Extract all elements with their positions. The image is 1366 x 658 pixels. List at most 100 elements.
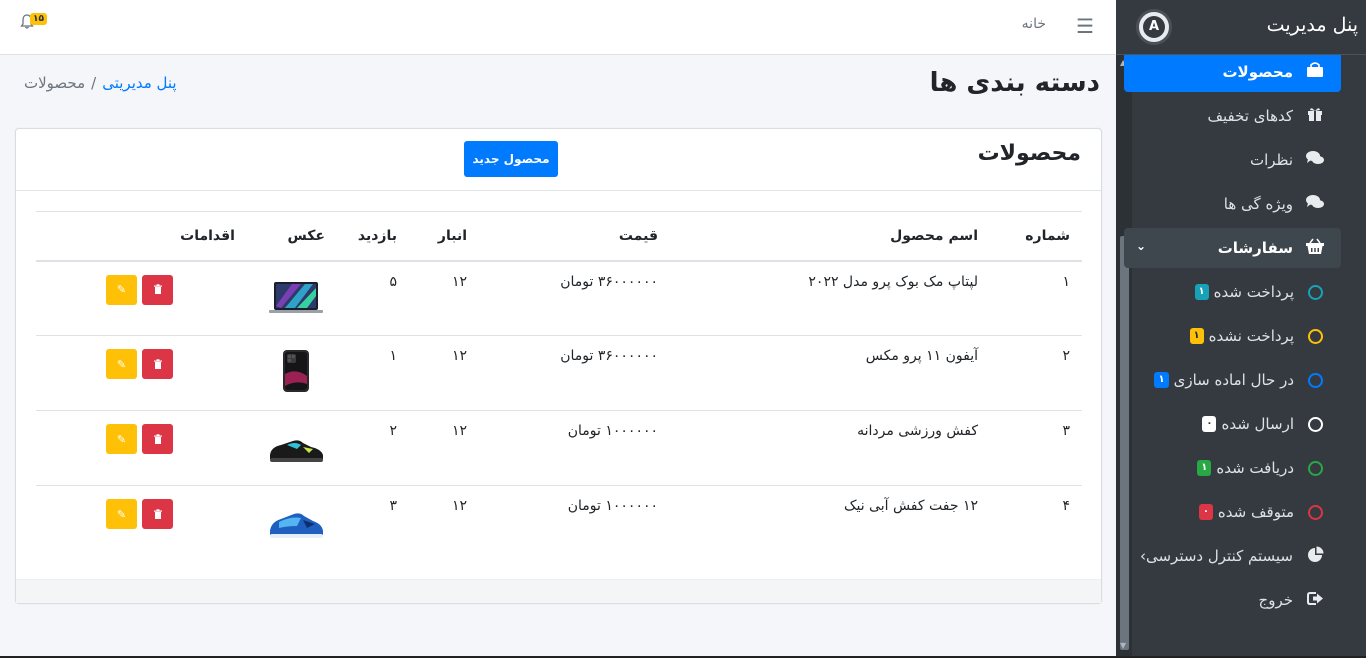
- header-image: عکس: [247, 211, 337, 262]
- black-shoe-image: [270, 440, 323, 462]
- sidebar-item-label: محصولات: [1222, 63, 1293, 81]
- logout-icon: [1303, 591, 1327, 610]
- cell-id: ۱: [990, 260, 1082, 336]
- sidebar-subitem-sent[interactable]: ارسال شده ۰: [1124, 404, 1341, 444]
- sidebar-nav: محصولات کدهای تخفیف نظرات ویژه گی ها سفا: [1116, 28, 1366, 624]
- laptop-image: [269, 281, 323, 313]
- table-header-row: شماره اسم محصول قیمت انبار بازدید عکس اق…: [36, 211, 1082, 262]
- cell-price: ۳۶۰۰۰۰۰۰ تومان: [479, 260, 670, 336]
- header-price: قیمت: [479, 211, 670, 262]
- sidebar: ▲ ▼ محصولات کدهای تخفیف نظرات: [1116, 0, 1366, 658]
- bell-icon[interactable]: ۱۵: [20, 13, 47, 34]
- edit-icon: ✎: [116, 508, 127, 521]
- edit-button[interactable]: ✎: [106, 349, 137, 379]
- count-badge: ۰: [1198, 504, 1213, 520]
- scroll-down-arrow-icon[interactable]: ▼: [1120, 641, 1126, 650]
- header-name: اسم محصول: [670, 211, 990, 262]
- sidebar-item-orders[interactable]: سفارشات ⌄: [1124, 228, 1341, 268]
- comments-icon: [1303, 150, 1327, 170]
- cell-price: ۳۶۰۰۰۰۰۰ تومان: [479, 335, 670, 411]
- trash-icon: [153, 284, 162, 294]
- sidebar-subitem-unpaid[interactable]: پرداخت نشده ۱: [1124, 316, 1341, 356]
- sidebar-subitem-stopped[interactable]: متوقف شده ۰: [1124, 492, 1341, 532]
- phone-image: [283, 350, 309, 392]
- cell-image: [247, 335, 337, 411]
- products-table: شماره اسم محصول قیمت انبار بازدید عکس اق…: [36, 211, 1082, 561]
- cell-views: ۳: [389, 498, 397, 514]
- cell-id: ۲: [990, 335, 1082, 411]
- sidebar-item-label: پرداخت نشده: [1208, 327, 1294, 345]
- header-stock: انبار: [409, 211, 479, 262]
- delete-button[interactable]: [142, 424, 173, 454]
- basket-icon: [1303, 238, 1327, 259]
- trash-icon: [153, 508, 162, 519]
- breadcrumb-current: محصولات: [24, 74, 86, 92]
- trash-icon: [153, 358, 162, 369]
- sidebar-item-comments[interactable]: نظرات: [1124, 140, 1341, 180]
- delete-button[interactable]: [142, 349, 173, 379]
- gift-glyph: [1308, 108, 1322, 121]
- count-badge: ۰: [1202, 416, 1217, 432]
- table-row: ۲ آیفون ۱۱ پرو مکس ۳۶۰۰۰۰۰۰ تومان ۱۲ ۱ ✎: [36, 335, 1082, 411]
- pie-chart-glyph: [1307, 546, 1323, 562]
- sidebar-item-label: کدهای تخفیف: [1207, 107, 1293, 125]
- chevron-down-icon: ⌄: [1136, 239, 1147, 253]
- edit-button[interactable]: ✎: [106, 499, 137, 529]
- shopping-bag-icon: [1303, 62, 1327, 82]
- card-footer: [16, 579, 1101, 603]
- edit-button[interactable]: ✎: [106, 274, 137, 305]
- cell-views: ۱: [337, 335, 409, 411]
- breadcrumb-home-link[interactable]: پنل مدیریتی: [102, 74, 176, 92]
- cell-id: ۳: [990, 410, 1082, 486]
- cell-price: ۱۰۰۰۰۰۰ تومان: [567, 498, 658, 514]
- cell-name: کفش ورزشی مردانه: [670, 410, 990, 486]
- logo-letter-icon: A: [1143, 16, 1165, 38]
- sidebar-item-label: ویژه گی ها: [1223, 195, 1293, 213]
- card-header: محصولات محصول جدید: [16, 129, 1101, 191]
- notification-badge: ۱۵: [30, 13, 47, 25]
- trash-icon: [153, 433, 162, 444]
- cell-stock: ۱۲: [451, 498, 467, 514]
- circle-icon: [1308, 504, 1323, 520]
- cell-actions: ✎: [36, 260, 247, 336]
- cell-name: ۱۲ جفت کفش آبی نیک: [843, 498, 978, 514]
- cell-image: [247, 486, 337, 561]
- sidebar-item-label: پرداخت شده: [1213, 283, 1294, 301]
- delete-button[interactable]: [142, 274, 173, 305]
- comments-icon: [1303, 194, 1327, 214]
- sidebar-item-features[interactable]: ویژه گی ها: [1124, 184, 1341, 224]
- hamburger-menu-icon[interactable]: ☰: [1076, 14, 1094, 38]
- edit-icon: ✎: [116, 284, 127, 296]
- gift-icon: [1303, 106, 1327, 126]
- card-title: محصولات: [977, 141, 1081, 166]
- home-link[interactable]: خانه: [1022, 16, 1046, 32]
- edit-icon: ✎: [116, 358, 127, 371]
- edit-button[interactable]: ✎: [106, 424, 137, 454]
- brand-logo-icon: A: [1136, 9, 1172, 45]
- count-badge: ۱: [1189, 328, 1204, 344]
- sidebar-item-label: ارسال شده: [1221, 415, 1294, 433]
- circle-icon: [1308, 416, 1323, 432]
- count-badge: ۱: [1154, 372, 1169, 388]
- sidebar-subitem-paid[interactable]: پرداخت شده ۱: [1124, 272, 1341, 312]
- delete-button[interactable]: [142, 499, 173, 529]
- cell-image: [247, 260, 337, 336]
- sidebar-brand[interactable]: پنل مدیریت A: [1116, 0, 1366, 55]
- cell-stock: ۱۲: [409, 335, 479, 411]
- top-navbar: ☰ خانه ۱۵: [0, 0, 1116, 55]
- count-badge: ۱: [1197, 460, 1212, 476]
- sidebar-subitem-received[interactable]: دریافت شده ۱: [1124, 448, 1341, 488]
- sidebar-item-label: خروج: [1258, 591, 1293, 609]
- sidebar-item-label: سفارشات: [1217, 239, 1293, 257]
- logout-glyph: [1307, 591, 1323, 605]
- header-views: بازدید: [337, 211, 409, 262]
- sidebar-item-discount-codes[interactable]: کدهای تخفیف: [1124, 96, 1341, 136]
- sidebar-item-access-control[interactable]: سیستم کنترل دسترسی›: [1124, 536, 1341, 576]
- comments-glyph: [1306, 195, 1324, 208]
- sidebar-item-products[interactable]: محصولات: [1124, 52, 1341, 92]
- new-product-button[interactable]: محصول جدید: [464, 141, 558, 177]
- products-card: محصولات محصول جدید شماره اسم محصول قیمت …: [15, 128, 1102, 604]
- sidebar-item-logout[interactable]: خروج: [1124, 580, 1341, 620]
- table-row: ۱ لپتاپ مک بوک پرو مدل ۲۰۲۲ ۳۶۰۰۰۰۰۰ توم…: [36, 260, 1082, 336]
- sidebar-subitem-preparing[interactable]: در حال اماده سازی ۱: [1124, 360, 1341, 400]
